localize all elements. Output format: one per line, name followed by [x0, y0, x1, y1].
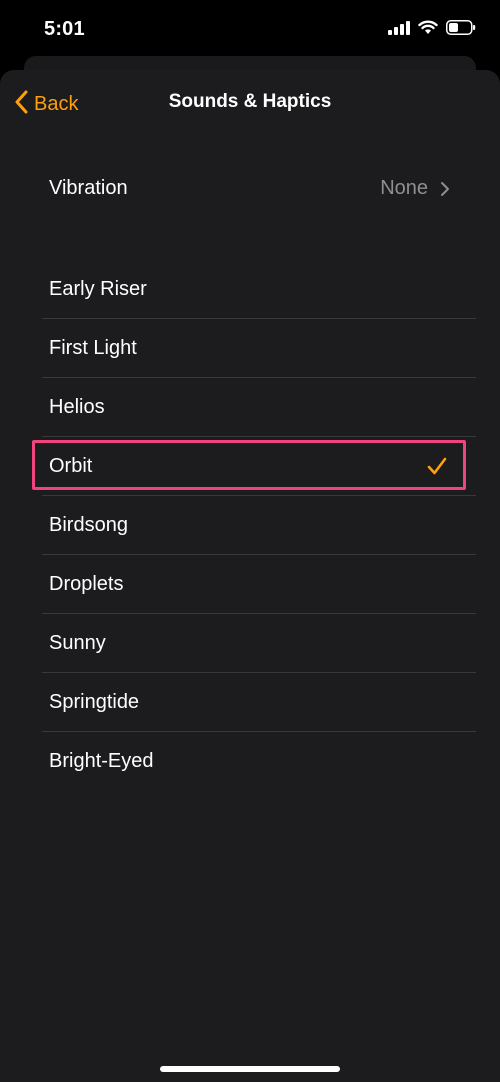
- tone-row-orbit[interactable]: Orbit: [0, 437, 500, 496]
- tone-row-early-riser[interactable]: Early Riser: [0, 260, 500, 319]
- tone-row-droplets[interactable]: Droplets: [0, 555, 500, 614]
- tone-row-first-light[interactable]: First Light: [0, 319, 500, 378]
- sounds-haptics-sheet: Back Sounds & Haptics Vibration None Ear…: [0, 70, 500, 1082]
- tone-label: Helios: [49, 396, 105, 418]
- tone-list: Early Riser First Light Helios Orbit Bir…: [0, 260, 500, 791]
- tone-row-springtide[interactable]: Springtide: [0, 673, 500, 732]
- tone-row-helios[interactable]: Helios: [0, 378, 500, 437]
- cellular-signal-icon: [388, 20, 410, 40]
- page-title: Sounds & Haptics: [168, 91, 332, 112]
- status-bar: 5:01: [0, 0, 500, 60]
- battery-icon: [446, 20, 476, 40]
- tone-label: Droplets: [49, 573, 124, 595]
- tone-label: Early Riser: [49, 278, 147, 300]
- wifi-icon: [418, 20, 438, 40]
- tone-label: Sunny: [49, 632, 106, 654]
- vibration-value: None: [380, 177, 428, 199]
- tone-label: Orbit: [49, 455, 93, 477]
- chevron-right-icon: [440, 181, 450, 202]
- tone-row-sunny[interactable]: Sunny: [0, 614, 500, 673]
- tone-label: Springtide: [49, 691, 140, 713]
- tone-row-bright-eyed[interactable]: Bright-Eyed: [0, 732, 500, 791]
- status-icons: [388, 19, 476, 41]
- vibration-label: Vibration: [49, 177, 128, 199]
- screen: 5:01 Back Sounds & Haptics Vibration Non…: [0, 0, 500, 1082]
- tone-label: Birdsong: [49, 514, 128, 536]
- vibration-row[interactable]: Vibration None: [0, 160, 500, 218]
- home-indicator[interactable]: [160, 1066, 340, 1072]
- tone-label: Bright-Eyed: [49, 750, 154, 772]
- status-time: 5:01: [44, 18, 85, 40]
- tone-row-birdsong[interactable]: Birdsong: [0, 496, 500, 555]
- checkmark-icon: [427, 457, 447, 480]
- navigation-bar: Back Sounds & Haptics: [0, 70, 500, 138]
- tone-label: First Light: [49, 337, 137, 359]
